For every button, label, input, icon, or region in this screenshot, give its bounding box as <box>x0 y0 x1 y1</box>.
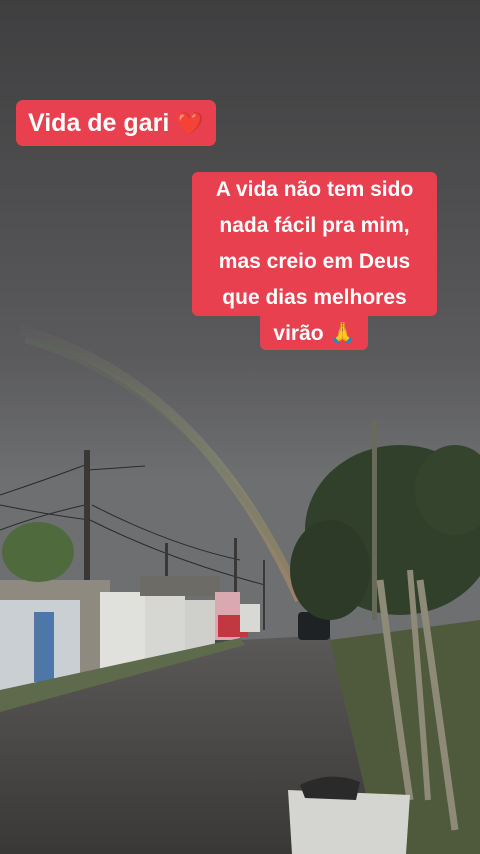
praying-hands-icon: 🙏 <box>329 322 356 345</box>
title-text: Vida de gari <box>28 109 170 137</box>
message-line-2: nada fácil pra mim, <box>219 214 410 237</box>
message-line-1: A vida não tem sido <box>215 178 414 201</box>
message-line-4: que dias melhores <box>222 286 407 309</box>
message-line-3: mas creio em Deus <box>218 250 411 273</box>
tree-left <box>2 522 74 582</box>
heart-icon: ❤️ <box>176 111 204 136</box>
message-caption: A vida não tem sido nada fácil pra mim, … <box>192 172 437 352</box>
message-line-5: virão <box>273 322 324 345</box>
title-caption: Vida de gari ❤️ <box>16 100 216 146</box>
